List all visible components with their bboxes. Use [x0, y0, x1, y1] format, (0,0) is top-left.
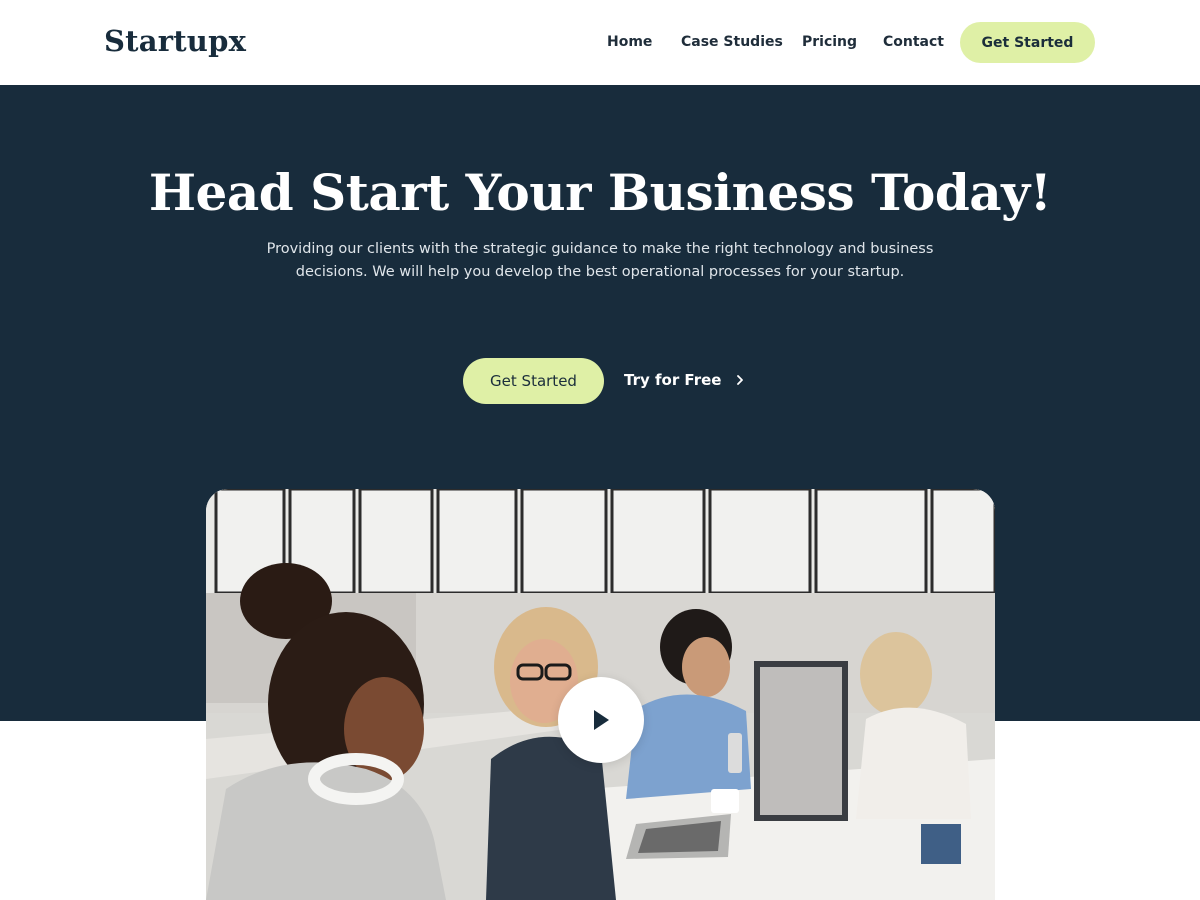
nav-contact[interactable]: Contact — [883, 34, 944, 50]
try-for-free-link[interactable]: Try for Free — [624, 371, 745, 389]
play-button[interactable] — [558, 677, 644, 763]
hero-get-started-button[interactable]: Get Started — [463, 358, 604, 404]
hero-title: Head Start Your Business Today! — [148, 163, 1052, 222]
site-header: Startupx Home Case Studies Pricing Conta… — [0, 0, 1200, 85]
header-get-started-button[interactable]: Get Started — [960, 22, 1095, 63]
nav-home[interactable]: Home — [607, 34, 652, 50]
logo[interactable]: Startupx — [104, 24, 246, 58]
try-for-free-label: Try for Free — [624, 371, 722, 389]
hero-subtitle: Providing our clients with the strategic… — [250, 238, 950, 284]
hero-subtitle-line-2: decisions. We will help you develop the … — [295, 264, 905, 280]
nav-pricing[interactable]: Pricing — [802, 34, 857, 50]
hero-video[interactable] — [206, 489, 995, 900]
play-icon — [594, 710, 609, 730]
chevron-right-icon — [737, 375, 744, 385]
nav-case-studies[interactable]: Case Studies — [681, 34, 783, 50]
hero-subtitle-line-1: Providing our clients with the strategic… — [266, 241, 934, 257]
